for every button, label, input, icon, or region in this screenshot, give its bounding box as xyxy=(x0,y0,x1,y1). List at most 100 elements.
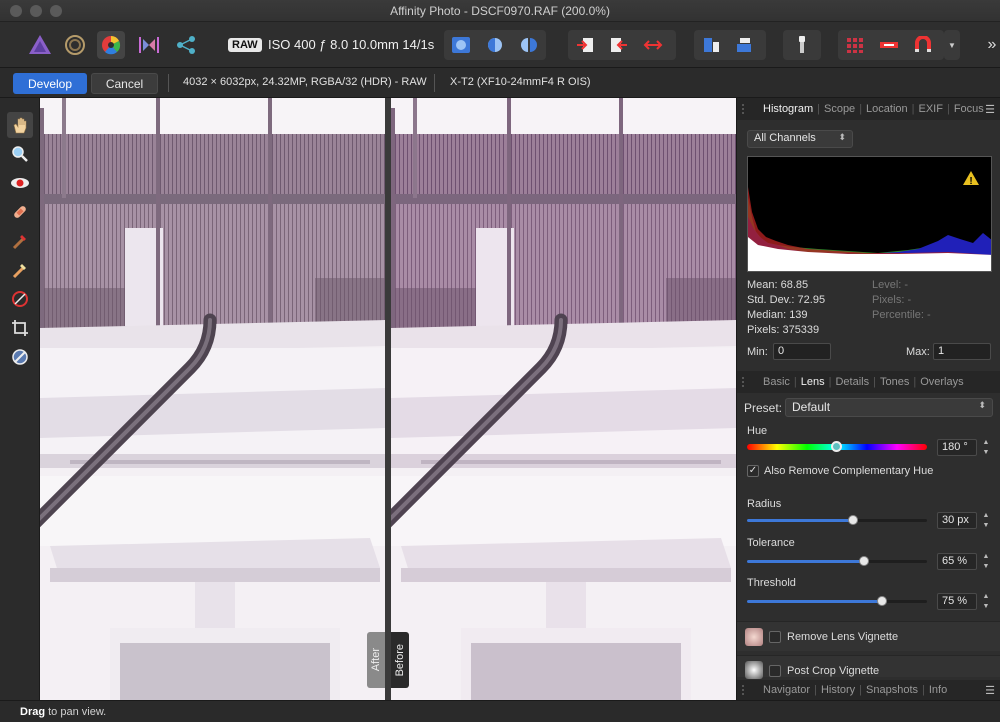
min-input[interactable]: 0 xyxy=(773,343,831,360)
channel-select[interactable]: All Channels ⬍ xyxy=(747,130,853,148)
tab-focus[interactable]: Focus xyxy=(950,103,988,115)
threshold-stepper[interactable]: ▲ ▼ xyxy=(981,592,991,614)
hue-value-input[interactable]: 180 ° xyxy=(937,439,977,456)
radius-slider[interactable] xyxy=(747,515,927,525)
toolbar-overflow-icon[interactable]: » xyxy=(978,31,1000,59)
tolerance-value-input[interactable]: 65 % xyxy=(937,553,977,570)
max-label: Max: xyxy=(906,346,930,358)
tab-overlays[interactable]: Overlays xyxy=(916,376,967,388)
clipping-grid-icon[interactable] xyxy=(838,30,872,60)
hue-slider[interactable] xyxy=(747,441,927,452)
zoom-window-button[interactable] xyxy=(50,5,62,17)
overlay-gradient-icon[interactable] xyxy=(7,286,33,312)
max-input[interactable]: 1 xyxy=(933,343,991,360)
tab-info[interactable]: Info xyxy=(925,684,951,696)
complementary-hue-checkbox[interactable]: ✓ xyxy=(747,465,759,477)
hue-stepper[interactable]: ▲ ▼ xyxy=(981,438,991,460)
rotate-right-icon[interactable] xyxy=(568,30,602,60)
post-crop-vignette-checkbox[interactable] xyxy=(769,665,781,677)
white-balance-group xyxy=(783,30,821,60)
hue-slider-knob[interactable] xyxy=(831,441,842,452)
tab-lens[interactable]: Lens xyxy=(797,376,829,388)
panel-grip[interactable] xyxy=(742,377,750,387)
tab-histogram[interactable]: Histogram xyxy=(759,103,817,115)
radius-stepper[interactable]: ▲ ▼ xyxy=(981,511,991,533)
raw-badge: RAW xyxy=(228,38,262,52)
white-balance-picker-icon[interactable] xyxy=(7,344,33,370)
tab-details[interactable]: Details xyxy=(831,376,873,388)
panel-grip[interactable] xyxy=(742,685,750,695)
threshold-slider[interactable] xyxy=(747,596,927,606)
single-view-icon[interactable] xyxy=(444,30,478,60)
post-crop-vignette-thumbnail xyxy=(745,661,763,679)
liquify-persona-icon[interactable] xyxy=(61,31,89,59)
tolerance-stepper[interactable]: ▲ ▼ xyxy=(981,552,991,574)
lens-vignette-label: Remove Lens Vignette xyxy=(787,631,899,643)
panel-grip[interactable] xyxy=(742,104,750,114)
lens-vignette-row[interactable]: Remove Lens Vignette xyxy=(737,621,1000,651)
flip-horizontal-icon[interactable] xyxy=(636,30,670,60)
tolerance-label: Tolerance xyxy=(747,537,795,549)
eyedropper-icon[interactable] xyxy=(783,30,821,60)
before-label: Before xyxy=(394,643,406,677)
zoom-tool-icon[interactable] xyxy=(7,141,33,167)
rotate-left-icon[interactable] xyxy=(602,30,636,60)
tone-mapping-persona-icon[interactable] xyxy=(135,31,163,59)
main-toolbar: RAW ISO 400 ƒ 8.0 10.0mm 14/1s ▼ » xyxy=(0,22,1000,68)
panel-menu-icon[interactable]: ☰ xyxy=(985,684,995,697)
after-label: After xyxy=(370,648,382,672)
preset-value: Default xyxy=(792,400,831,414)
tab-tones[interactable]: Tones xyxy=(876,376,913,388)
canvas[interactable]: After Before xyxy=(40,98,736,700)
blemish-tool-icon[interactable] xyxy=(7,199,33,225)
develop-persona-icon[interactable] xyxy=(97,31,125,59)
threshold-value-input[interactable]: 75 % xyxy=(937,593,977,610)
minimize-window-button[interactable] xyxy=(30,5,42,17)
tab-scope[interactable]: Scope xyxy=(820,103,859,115)
threshold-slider-knob[interactable] xyxy=(877,596,887,606)
tab-exif[interactable]: EXIF xyxy=(915,103,947,115)
export-persona-icon[interactable] xyxy=(172,31,200,59)
split-view-icon[interactable] xyxy=(478,30,512,60)
channel-select-value: All Channels xyxy=(754,132,816,144)
overlay-paint-icon[interactable] xyxy=(7,228,33,254)
tab-snapshots[interactable]: Snapshots xyxy=(862,684,922,696)
red-eye-tool-icon[interactable] xyxy=(7,170,33,196)
before-label-tab: Before xyxy=(391,632,409,688)
stat-percentile: Percentile: - xyxy=(872,309,931,321)
cancel-button[interactable]: Cancel xyxy=(91,73,158,94)
hand-tool-icon[interactable] xyxy=(7,112,33,138)
overlay-dropdown-icon[interactable]: ▼ xyxy=(944,30,960,60)
develop-button[interactable]: Develop xyxy=(13,73,87,94)
photo-persona-icon[interactable] xyxy=(26,31,54,59)
radius-slider-knob[interactable] xyxy=(848,515,859,525)
mirror-view-icon[interactable] xyxy=(512,30,546,60)
tab-location[interactable]: Location xyxy=(862,103,912,115)
orient-landscape-icon[interactable] xyxy=(728,30,762,60)
tab-basic[interactable]: Basic xyxy=(759,376,794,388)
tolerance-slider[interactable] xyxy=(747,556,927,566)
tab-navigator[interactable]: Navigator xyxy=(759,684,814,696)
close-window-button[interactable] xyxy=(10,5,22,17)
radius-value-input[interactable]: 30 px xyxy=(937,512,977,529)
overlay-erase-icon[interactable] xyxy=(7,257,33,283)
panel-menu-icon[interactable]: ☰ xyxy=(985,103,995,116)
threshold-label: Threshold xyxy=(747,577,796,589)
window-controls xyxy=(10,5,62,17)
magnet-icon[interactable] xyxy=(906,30,940,60)
tab-history[interactable]: History xyxy=(817,684,859,696)
before-photo xyxy=(391,98,736,700)
tolerance-slider-knob[interactable] xyxy=(859,556,869,566)
tools-panel xyxy=(0,98,40,700)
crop-tool-icon[interactable] xyxy=(7,315,33,341)
before-pane[interactable] xyxy=(391,98,736,700)
preset-select[interactable]: Default ⬍ xyxy=(785,398,993,417)
orient-portrait-icon[interactable] xyxy=(694,30,728,60)
view-mode-group xyxy=(444,30,546,60)
window-title: Affinity Photo - DSCF0970.RAF (200.0%) xyxy=(390,3,610,18)
context-divider xyxy=(168,74,169,92)
post-crop-vignette-row[interactable]: Post Crop Vignette xyxy=(737,655,1000,679)
lens-vignette-checkbox[interactable] xyxy=(769,631,781,643)
after-pane[interactable] xyxy=(40,98,385,700)
clip-highlights-icon[interactable] xyxy=(872,30,906,60)
